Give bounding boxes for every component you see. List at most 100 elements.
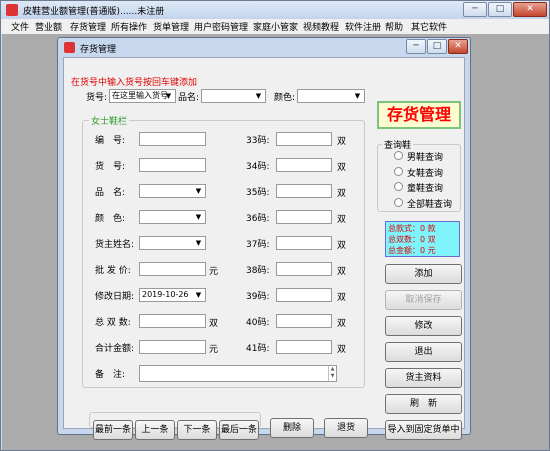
chevron-down-icon: ▼	[195, 239, 202, 247]
size-37-input[interactable]	[276, 236, 332, 250]
size-35-unit: 双	[337, 189, 347, 199]
women-query-label[interactable]: 女鞋查询	[407, 166, 443, 179]
pairs-unit: 双	[209, 319, 219, 329]
size-40-unit: 双	[337, 319, 347, 329]
size-40-input[interactable]	[276, 314, 332, 328]
price-unit: 元	[209, 267, 219, 277]
kids-query-label[interactable]: 童鞋查询	[407, 181, 443, 194]
size-34-input[interactable]	[276, 158, 332, 172]
goods-label: 货 号:	[95, 162, 126, 172]
size-36-input[interactable]	[276, 210, 332, 224]
chevron-down-icon: ▼	[255, 92, 262, 100]
date-label: 修改日期:	[95, 292, 135, 302]
owner-info-button[interactable]: 货主资料	[385, 368, 462, 388]
name-filter-combo[interactable]: ▼	[201, 89, 266, 103]
color-combo[interactable]: ▼	[139, 210, 206, 224]
size-37-unit: 双	[337, 241, 347, 251]
summary-box: 总款式：0 款 总双数：0 双 总金额：0 元	[385, 221, 460, 257]
next-record-button[interactable]: 下一条	[177, 420, 217, 440]
maximize-button[interactable]: □	[488, 2, 512, 17]
date-value: 2019-10-26	[142, 290, 189, 299]
first-record-button[interactable]: 最前一条	[93, 420, 133, 440]
women-shoes-group-title: 女士鞋栏	[89, 114, 130, 127]
goods-input[interactable]	[139, 158, 206, 172]
name-combo[interactable]: ▼	[139, 184, 206, 198]
menu-register[interactable]: 软件注册	[345, 20, 381, 33]
no-input[interactable]	[139, 132, 206, 146]
previous-record-button[interactable]: 上一条	[135, 420, 175, 440]
date-picker[interactable]: 2019-10-26 ▼	[139, 288, 206, 302]
child-minimize-button[interactable]: ─	[406, 39, 426, 54]
size-34-label: 34码:	[246, 162, 270, 172]
return-goods-button[interactable]: 退货	[324, 418, 368, 438]
size-35-label: 35码:	[246, 188, 270, 198]
chevron-down-icon: ▼	[195, 187, 202, 195]
summary-styles: 总款式：0 款	[388, 224, 436, 233]
main-window-title: 皮鞋营业额管理(普通版)......未注册	[23, 7, 165, 17]
main-title-bar: 皮鞋营业额管理(普通版)......未注册 ─ □ ✕	[1, 1, 549, 19]
exit-button[interactable]: 退出	[385, 342, 462, 362]
radio-men-query[interactable]	[394, 151, 403, 160]
price-input[interactable]	[139, 262, 206, 276]
radio-women-query[interactable]	[394, 167, 403, 176]
size-33-unit: 双	[337, 137, 347, 147]
owner-label: 货主姓名:	[95, 240, 135, 250]
amount-input[interactable]	[139, 340, 206, 354]
menu-all-operations[interactable]: 所有操作	[111, 20, 147, 33]
color-filter-label: 颜色:	[274, 93, 296, 103]
menu-user-password[interactable]: 用户密码管理	[194, 20, 248, 33]
size-41-input[interactable]	[276, 340, 332, 354]
minimize-button[interactable]: ─	[463, 2, 487, 17]
app-icon	[6, 4, 18, 16]
size-41-unit: 双	[337, 345, 347, 355]
size-33-label: 33码:	[246, 136, 270, 146]
size-36-label: 36码:	[246, 214, 270, 224]
radio-all-query[interactable]	[394, 198, 403, 207]
size-38-input[interactable]	[276, 262, 332, 276]
size-37-label: 37码:	[246, 240, 270, 250]
goods-no-combo[interactable]: 在这里输入货号 ▼	[109, 89, 176, 103]
inventory-title-bar: 存货管理 ─ □ ✕	[58, 38, 470, 56]
radio-kids-query[interactable]	[394, 182, 403, 191]
import-to-fixed-invoice-button[interactable]: 导入到固定货单中	[385, 420, 462, 440]
name-filter-label: 品名:	[178, 93, 200, 103]
menu-revenue[interactable]: 营业额	[35, 20, 62, 33]
menu-help[interactable]: 帮助	[385, 20, 403, 33]
modify-button[interactable]: 修改	[385, 316, 462, 336]
men-query-label[interactable]: 男鞋查询	[407, 150, 443, 163]
size-41-label: 41码:	[246, 344, 270, 354]
menu-home-manager[interactable]: 家庭小管家	[253, 20, 298, 33]
size-35-input[interactable]	[276, 184, 332, 198]
add-button[interactable]: 添加	[385, 264, 462, 284]
note-scrollbar[interactable]: ▲ ▼	[328, 366, 336, 381]
size-39-unit: 双	[337, 293, 347, 303]
child-close-button[interactable]: ✕	[448, 39, 468, 54]
name-label: 品 名:	[95, 188, 126, 198]
menu-invoice[interactable]: 货单管理	[153, 20, 189, 33]
menu-inventory[interactable]: 存货管理	[70, 20, 106, 33]
owner-combo[interactable]: ▼	[139, 236, 206, 250]
inventory-banner: 存货管理	[377, 101, 461, 129]
refresh-button[interactable]: 刷 新	[385, 394, 462, 414]
size-40-label: 40码:	[246, 318, 270, 328]
chevron-down-icon: ▼	[165, 92, 172, 100]
child-maximize-button[interactable]: □	[427, 39, 447, 54]
size-39-input[interactable]	[276, 288, 332, 302]
cancel-save-button[interactable]: 取消保存	[385, 290, 462, 310]
menu-file[interactable]: 文件	[11, 20, 29, 33]
inventory-window: 存货管理 ─ □ ✕ 在货号中输入货号按回车键添加 货号: 在这里输入货号 ▼ 品…	[57, 37, 471, 440]
main-window: 皮鞋营业额管理(普通版)......未注册 ─ □ ✕ 文件 营业额 存货管理 …	[0, 0, 550, 451]
amount-unit: 元	[209, 345, 219, 355]
delete-button[interactable]: 删除	[270, 418, 314, 438]
last-record-button[interactable]: 最后一条	[219, 420, 259, 440]
amount-label: 合计金额:	[95, 344, 135, 354]
close-button[interactable]: ✕	[513, 2, 547, 17]
menu-other-software[interactable]: 其它软件	[411, 20, 447, 33]
color-filter-combo[interactable]: ▼	[297, 89, 365, 103]
note-textarea[interactable]: ▲ ▼	[139, 365, 337, 382]
size-33-input[interactable]	[276, 132, 332, 146]
all-query-label[interactable]: 全部鞋查询	[407, 197, 452, 210]
pairs-input[interactable]	[139, 314, 206, 328]
no-label: 编 号:	[95, 136, 126, 146]
menu-video-tutorial[interactable]: 视频教程	[303, 20, 339, 33]
